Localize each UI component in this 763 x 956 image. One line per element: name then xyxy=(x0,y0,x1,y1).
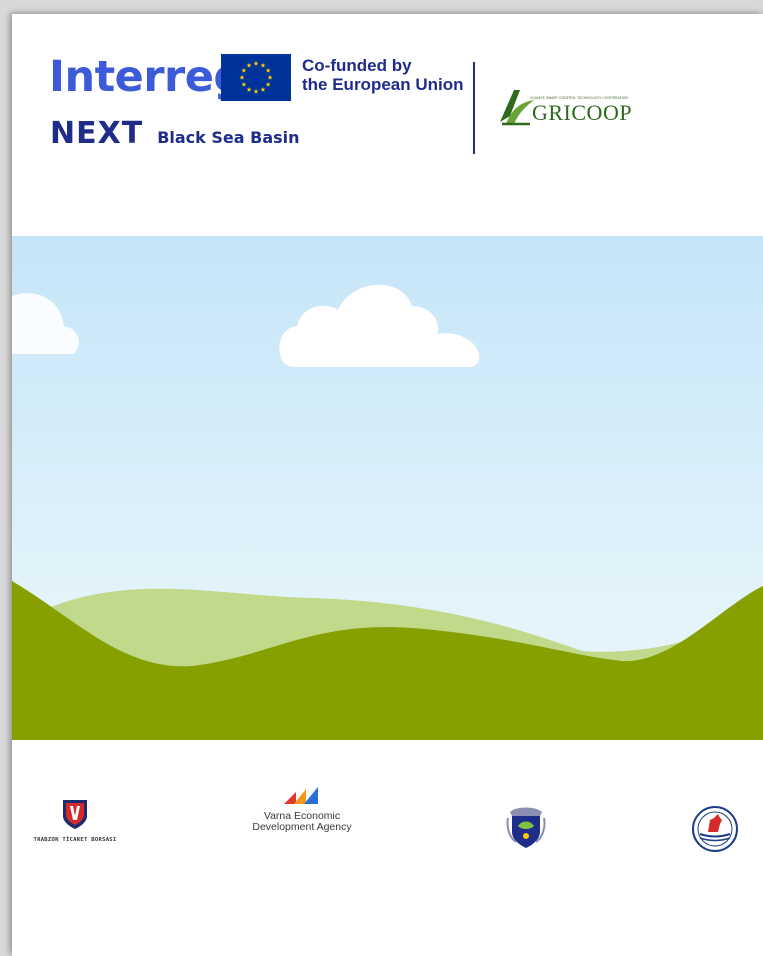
coat-of-arms-icon xyxy=(506,807,546,848)
agricoop-wordmark: GRICOOP xyxy=(532,100,633,125)
agricoop-logo: CLIMATE SMART CONTROL TECHNOLOGY COOPERA… xyxy=(496,84,646,132)
partner-logo-crest xyxy=(506,804,546,850)
partner-trabzon-label: TRABZON TİCARET BORSASI xyxy=(33,837,117,843)
cofunded-line-1: Co-funded by xyxy=(302,56,412,75)
document-page: Interreg NEXT Black Sea Basin Co-funded … xyxy=(12,14,763,956)
partner-logo-round xyxy=(692,806,738,852)
interreg-logo-text: Interreg xyxy=(49,52,244,102)
round-emblem-icon xyxy=(692,806,738,852)
cofunded-text: Co-funded by the European Union xyxy=(302,56,464,94)
interreg-next-line: NEXT Black Sea Basin xyxy=(50,119,300,149)
header-divider xyxy=(473,62,475,154)
varna-sails-icon xyxy=(284,787,318,804)
agricoop-leaf-icon xyxy=(500,90,534,126)
partner-logo-varna: Varna Economic Development Agency xyxy=(242,786,362,833)
partner-varna-line-2: Development Agency xyxy=(252,821,352,833)
eu-flag-icon xyxy=(221,54,291,101)
landscape-illustration xyxy=(12,236,763,740)
cofunded-line-2: the European Union xyxy=(302,75,464,94)
partner-logo-trabzon: TRABZON TİCARET BORSASI xyxy=(30,798,120,843)
black-sea-basin-text: Black Sea Basin xyxy=(157,128,300,147)
next-logo-text: NEXT xyxy=(50,116,144,151)
shield-logo-icon xyxy=(63,800,87,829)
